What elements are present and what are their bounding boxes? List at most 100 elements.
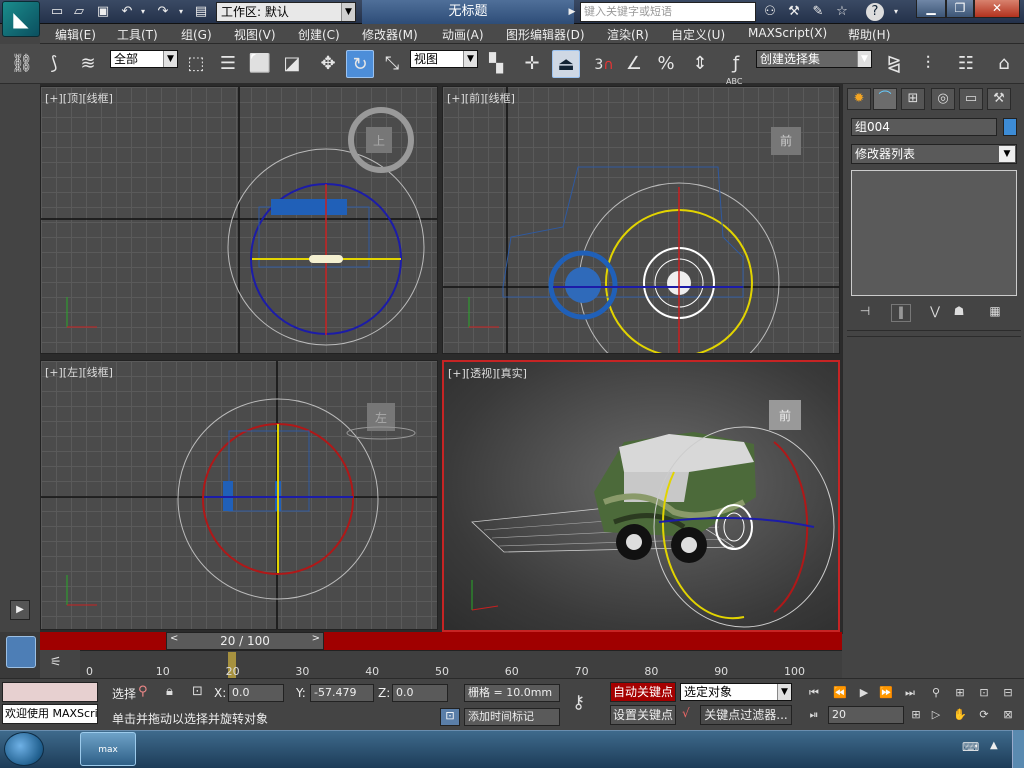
favorites-star-icon[interactable]: ☆ — [832, 3, 852, 21]
time-tag-icon[interactable]: ⊡ — [440, 708, 460, 726]
window-crossing-icon[interactable]: ◪ — [278, 50, 306, 78]
app-menu-button[interactable]: ◣ — [2, 1, 40, 37]
zoom-extents-all-icon[interactable]: ⊟ — [998, 684, 1018, 702]
open-file-icon[interactable]: ▱ — [70, 4, 88, 20]
viewport-front[interactable]: [+][前][线框] 前 — [442, 86, 840, 354]
select-and-move-icon[interactable]: ✥ — [314, 50, 342, 78]
viewport-label-left[interactable]: [+][左][线框] — [45, 364, 113, 380]
select-manipulate-icon[interactable]: ✛ — [518, 50, 546, 78]
selected-object-dropdown[interactable]: 选定对象 ▼ — [680, 683, 792, 701]
mirror-icon[interactable]: ⧎ — [880, 50, 908, 78]
render-setup-icon[interactable]: ⌂ — [990, 50, 1018, 78]
tray-expand-icon[interactable]: ▲ — [990, 740, 998, 751]
keyboard-shortcut-override-icon[interactable]: ⏏ — [552, 50, 580, 78]
object-color-swatch[interactable] — [1003, 118, 1017, 136]
go-to-end-icon[interactable]: ⏭ — [900, 684, 920, 702]
x-coordinate-field[interactable]: 0.0 — [228, 684, 284, 702]
key-mode-toggle-icon[interactable]: ⏯ — [804, 706, 824, 724]
absolute-mode-icon[interactable]: ⊡ — [192, 684, 203, 699]
y-coordinate-field[interactable]: -57.479 — [310, 684, 374, 702]
pin-stack-icon[interactable]: ⊣ — [855, 304, 875, 322]
menu-help[interactable]: 帮助(H) — [848, 26, 890, 43]
maxscript-input[interactable]: 欢迎使用 MAXScript — [2, 704, 98, 724]
select-and-rotate-icon[interactable]: ↻ — [346, 50, 374, 78]
edit-named-selection-icon[interactable]: ƒ ABC — [722, 50, 750, 86]
menu-create[interactable]: 创建(C) — [298, 26, 340, 43]
selection-filter-dropdown[interactable]: 全部 ▼ — [110, 50, 178, 68]
viewport-label-front[interactable]: [+][前][线框] — [447, 90, 515, 106]
selection-lock-icon[interactable]: 🔒︎ — [166, 684, 173, 699]
menu-edit[interactable]: 编辑(E) — [55, 26, 96, 43]
z-coordinate-field[interactable]: 0.0 — [392, 684, 448, 702]
new-file-icon[interactable]: ▭ — [48, 4, 66, 20]
time-configuration-icon[interactable]: ⊞ — [906, 706, 926, 724]
redo-dropdown-icon[interactable]: ▾ — [172, 4, 190, 20]
menu-customize[interactable]: 自定义(U) — [671, 26, 725, 43]
current-frame-field[interactable]: 20 — [828, 706, 904, 724]
isolate-selection-icon[interactable]: ⚲ — [138, 684, 148, 699]
menu-modifiers[interactable]: 修改器(M) — [362, 26, 418, 43]
select-by-name-icon[interactable]: ☰ — [214, 50, 242, 78]
show-desktop-button[interactable] — [1012, 730, 1024, 768]
angle-snap-icon[interactable]: ∠ — [620, 50, 648, 78]
maxscript-listener-mini[interactable] — [2, 682, 98, 702]
remove-modifier-icon[interactable]: ☗ — [949, 304, 969, 322]
minimize-button[interactable]: ▁ — [916, 0, 946, 18]
unlink-icon[interactable]: ⟆ — [40, 50, 68, 78]
align-icon[interactable]: ⫶ — [914, 50, 942, 78]
binoculars-icon[interactable]: ⚇ — [760, 3, 780, 21]
set-key-button[interactable]: 设置关键点 — [610, 705, 676, 725]
add-time-tag[interactable]: 添加时间标记 — [464, 708, 560, 726]
orbit-icon[interactable]: ⟳ — [974, 706, 994, 724]
pivot-center-icon[interactable]: ▚ — [482, 50, 510, 78]
hierarchy-tab-icon[interactable]: ⊞ — [901, 88, 925, 110]
menu-tools[interactable]: 工具(T) — [117, 26, 158, 43]
viewport-menu-arrow[interactable]: ▶ — [10, 600, 30, 620]
layer-manager-icon[interactable]: ☷ — [952, 50, 980, 78]
modify-tab-icon[interactable]: ⌒ — [873, 88, 897, 110]
set-key-mode-icon[interactable]: ⚷ — [572, 692, 585, 713]
modifier-list-dropdown[interactable]: 修改器列表 ▼ — [851, 144, 1017, 164]
zoom-icon[interactable]: ⚲ — [926, 684, 946, 702]
search-expand-icon[interactable]: ▶ — [562, 3, 582, 21]
undo-dropdown-icon[interactable]: ▾ — [134, 4, 152, 20]
play-icon[interactable]: ▶ — [854, 684, 874, 702]
menu-rendering[interactable]: 渲染(R) — [607, 26, 649, 43]
auto-key-button[interactable]: 自动关键点 — [610, 682, 676, 702]
zoom-extents-icon[interactable]: ⊡ — [974, 684, 994, 702]
maximize-viewport-icon[interactable]: ⊠ — [998, 706, 1018, 724]
previous-frame-icon[interactable]: ⏪ — [830, 684, 850, 702]
workspace-selector[interactable]: 工作区: 默认 ▼ — [216, 2, 356, 22]
menu-graph-editors[interactable]: 图形编辑器(D) — [506, 26, 585, 43]
spinner-snap-icon[interactable]: ⇕ — [686, 50, 714, 78]
viewport-top[interactable]: [+][顶][线框] 上 — [40, 86, 438, 354]
next-frame-icon[interactable]: > — [312, 633, 320, 644]
close-button[interactable]: ✕ — [974, 0, 1020, 18]
bind-space-warp-icon[interactable]: ≋ — [74, 50, 102, 78]
show-end-result-icon[interactable]: ‖ — [891, 304, 911, 322]
viewport-layout-icon[interactable] — [6, 636, 36, 668]
menu-group[interactable]: 组(G) — [181, 26, 212, 43]
configure-sets-icon[interactable]: ▦ — [985, 304, 1005, 322]
percent-snap-icon[interactable]: % — [652, 50, 680, 78]
viewport-label-perspective[interactable]: [+][透视][真实] — [448, 365, 527, 381]
field-of-view-icon[interactable]: ▷ — [926, 706, 946, 724]
project-folder-icon[interactable]: ▤ — [192, 4, 210, 20]
display-tab-icon[interactable]: ▭ — [959, 88, 983, 110]
motion-tab-icon[interactable]: ◎ — [931, 88, 955, 110]
search-input[interactable]: 键入关键字或短语 — [580, 2, 756, 22]
go-to-start-icon[interactable]: ⏮ — [804, 684, 824, 702]
viewport-left[interactable]: [+][左][线框] 左 — [40, 360, 438, 630]
maximize-button[interactable]: ❐ — [946, 0, 974, 18]
keyboard-tray-icon[interactable]: ⌨ — [962, 740, 979, 754]
object-name-field[interactable]: 组004 — [851, 118, 997, 136]
subscription-icon[interactable]: ⚒ — [784, 3, 804, 21]
communication-icon[interactable]: ✎ — [808, 3, 828, 21]
viewport-label-top[interactable]: [+][顶][线框] — [45, 90, 113, 106]
named-selection-dropdown[interactable]: 创建选择集 ▼ — [756, 50, 872, 68]
reference-coordinate-dropdown[interactable]: 视图 ▼ — [410, 50, 478, 68]
viewport-perspective[interactable]: [+][透视][真实] 前 — [442, 360, 840, 632]
zoom-all-icon[interactable]: ⊞ — [950, 684, 970, 702]
menu-maxscript[interactable]: MAXScript(X) — [748, 26, 827, 40]
menu-views[interactable]: 视图(V) — [234, 26, 276, 43]
